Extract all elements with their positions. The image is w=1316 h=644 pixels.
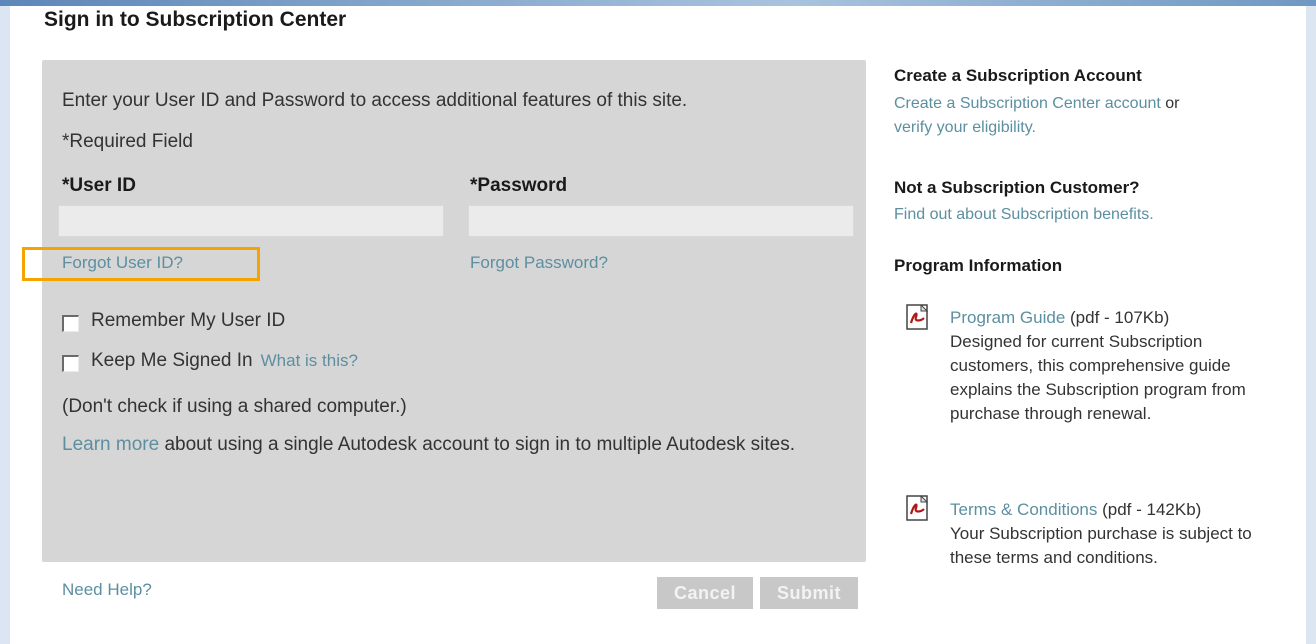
create-account-text: Create a Subscription Center account or … — [894, 92, 1294, 140]
password-label: *Password — [470, 175, 568, 196]
shared-computer-note: (Don't check if using a shared computer.… — [62, 396, 407, 417]
remember-row: Remember My User ID — [62, 310, 285, 332]
forgot-password-link[interactable]: Forgot Password? — [470, 253, 608, 273]
focus-highlight — [22, 247, 260, 281]
learn-more-link[interactable]: Learn more — [62, 434, 159, 455]
whats-this-link[interactable]: What is this? — [261, 351, 358, 371]
user-id-input[interactable] — [58, 205, 444, 237]
not-customer-title: Not a Subscription Customer? — [894, 178, 1140, 197]
terms-conditions-link[interactable]: Terms & Conditions — [950, 500, 1097, 519]
need-help-link[interactable]: Need Help? — [62, 580, 152, 600]
learn-more-text: Learn more about using a single Autodesk… — [62, 432, 822, 458]
program-guide-item: Program Guide (pdf - 107Kb) Designed for… — [950, 306, 1280, 426]
user-id-label: *User ID — [62, 175, 136, 196]
login-intro: Enter your User ID and Password to acces… — [62, 90, 688, 111]
create-or-text: or — [1160, 95, 1180, 112]
program-guide-link[interactable]: Program Guide — [950, 308, 1065, 327]
program-guide-meta: (pdf - 107Kb) — [1065, 308, 1170, 327]
verify-eligibility-link[interactable]: verify your eligibility. — [894, 119, 1036, 136]
keep-signed-label: Keep Me Signed In — [91, 350, 253, 371]
required-field-note: *Required Field — [62, 131, 193, 152]
cancel-button[interactable]: Cancel — [657, 577, 753, 609]
keep-signed-checkbox[interactable] — [62, 354, 79, 372]
learn-more-description: about using a single Autodesk account to… — [159, 434, 796, 455]
terms-conditions-item: Terms & Conditions (pdf - 142Kb) Your Su… — [950, 498, 1280, 570]
find-out-link[interactable]: Find out about Subscription benefits. — [894, 206, 1154, 223]
program-guide-description: Designed for current Subscription custom… — [950, 332, 1246, 423]
create-account-link[interactable]: Create a Subscription Center account — [894, 95, 1161, 112]
terms-conditions-meta: (pdf - 142Kb) — [1097, 500, 1202, 519]
page-title: Sign in to Subscription Center — [44, 8, 347, 31]
terms-conditions-description: Your Subscription purchase is subject to… — [950, 524, 1252, 567]
password-input[interactable] — [468, 205, 854, 237]
submit-button[interactable]: Submit — [760, 577, 858, 609]
program-info-title: Program Information — [894, 256, 1063, 275]
pdf-icon — [906, 304, 929, 330]
create-account-title: Create a Subscription Account — [894, 66, 1142, 85]
keep-signed-row: Keep Me Signed In What is this? — [62, 350, 358, 372]
remember-label: Remember My User ID — [91, 310, 286, 331]
pdf-icon — [906, 495, 929, 521]
not-customer-text: Find out about Subscription benefits. — [894, 203, 1154, 227]
remember-checkbox[interactable] — [62, 314, 79, 332]
